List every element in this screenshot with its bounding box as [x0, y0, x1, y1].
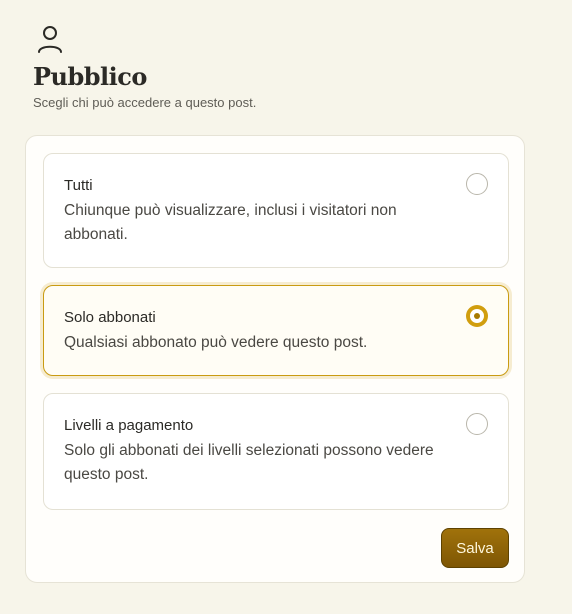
page-title: Pubblico [33, 62, 147, 91]
option-label: Livelli a pagamento [64, 417, 194, 434]
page-subtitle: Scegli chi può accedere a questo post. [33, 95, 257, 110]
option-tutti[interactable]: Tutti Chiunque può visualizzare, inclusi… [43, 153, 509, 268]
radio-button-checked[interactable] [466, 305, 488, 327]
radio-button[interactable] [466, 413, 488, 435]
option-label: Tutti [64, 177, 93, 194]
option-solo-abbonati[interactable]: Solo abbonati Qualsiasi abbonato può ved… [43, 285, 509, 376]
user-icon [38, 26, 62, 53]
radio-button[interactable] [466, 173, 488, 195]
option-livelli-a-pagamento[interactable]: Livelli a pagamento Solo gli abbonati de… [43, 393, 509, 510]
option-description: Solo gli abbonati dei livelli selezionat… [64, 442, 434, 483]
audience-panel: Tutti Chiunque può visualizzare, inclusi… [25, 135, 525, 583]
audience-header: Pubblico Scegli chi può accedere a quest… [33, 24, 256, 110]
save-button[interactable]: Salva [441, 528, 509, 568]
option-label: Solo abbonati [64, 309, 156, 326]
option-description: Qualsiasi abbonato può vedere questo pos… [64, 334, 368, 351]
option-description: Chiunque può visualizzare, inclusi i vis… [64, 202, 397, 243]
